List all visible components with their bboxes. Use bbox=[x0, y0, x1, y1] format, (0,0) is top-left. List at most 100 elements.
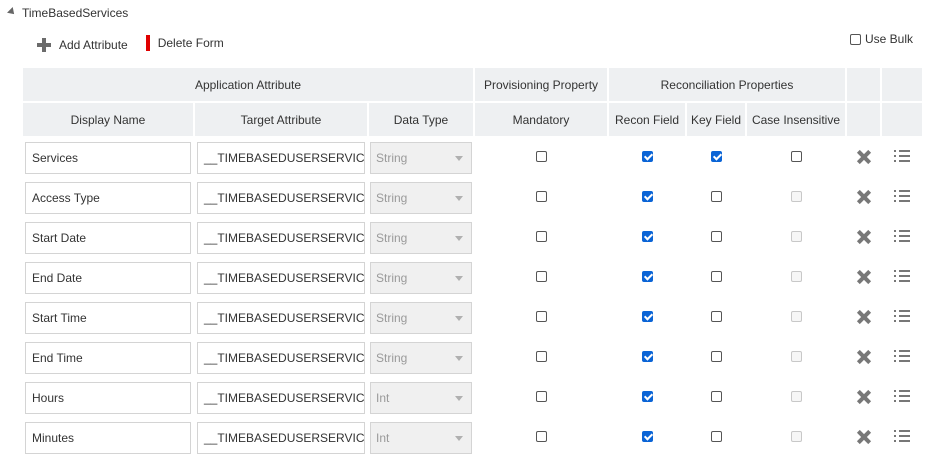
col-recon-field: Recon Field bbox=[609, 103, 687, 138]
key-field-checkbox[interactable] bbox=[710, 351, 722, 362]
display-name-input[interactable]: Minutes bbox=[25, 422, 191, 454]
data-type-value: String bbox=[376, 271, 408, 285]
chevron-down-icon bbox=[455, 316, 463, 321]
display-name-input[interactable]: End Time bbox=[25, 342, 191, 374]
display-name-input[interactable]: Services bbox=[25, 142, 191, 174]
group-header-provisioning-property: Provisioning Property bbox=[475, 68, 609, 103]
recon-field-checkbox[interactable] bbox=[641, 311, 653, 322]
list-icon[interactable] bbox=[894, 350, 910, 363]
list-icon[interactable] bbox=[894, 430, 910, 443]
delete-form-button[interactable]: Delete Form bbox=[145, 35, 224, 51]
data-type-select: String bbox=[370, 262, 472, 294]
target-attribute-input[interactable]: __TIMEBASEDUSERSERVICE__. bbox=[197, 382, 365, 414]
section-title: TimeBasedServices bbox=[22, 6, 129, 20]
mandatory-checkbox[interactable] bbox=[535, 271, 547, 282]
close-icon[interactable] bbox=[857, 430, 871, 444]
col-data-type: Data Type bbox=[369, 103, 475, 138]
chevron-down-icon bbox=[455, 156, 463, 161]
recon-field-checkbox[interactable] bbox=[641, 391, 653, 402]
close-icon[interactable] bbox=[857, 350, 871, 364]
key-field-checkbox[interactable] bbox=[710, 231, 722, 242]
collapse-triangle-icon[interactable] bbox=[7, 7, 17, 17]
table-row: Access Type__TIMEBASEDUSERSERVICE__. Stri… bbox=[23, 178, 922, 218]
case-insensitive-checkbox[interactable] bbox=[790, 151, 802, 162]
mandatory-checkbox[interactable] bbox=[535, 231, 547, 242]
mandatory-checkbox[interactable] bbox=[535, 431, 547, 442]
mandatory-checkbox[interactable] bbox=[535, 191, 547, 202]
chevron-down-icon bbox=[455, 396, 463, 401]
case-insensitive-checkbox bbox=[790, 351, 802, 362]
target-attribute-input[interactable]: __TIMEBASEDUSERSERVICE__. bbox=[197, 262, 365, 294]
add-attribute-label: Add Attribute bbox=[59, 38, 128, 52]
col-case-insensitive: Case Insensitive bbox=[747, 103, 847, 138]
key-field-checkbox[interactable] bbox=[710, 151, 722, 162]
target-attribute-input[interactable]: __TIMEBASEDUSERSERVICE__. bbox=[197, 222, 365, 254]
display-name-input[interactable]: Start Date bbox=[25, 222, 191, 254]
target-attribute-input[interactable]: __TIMEBASEDUSERSERVICE__. bbox=[197, 302, 365, 334]
mandatory-checkbox[interactable] bbox=[535, 391, 547, 402]
recon-field-checkbox[interactable] bbox=[641, 191, 653, 202]
mandatory-checkbox[interactable] bbox=[535, 151, 547, 162]
list-icon[interactable] bbox=[894, 310, 910, 323]
data-type-select: String bbox=[370, 342, 472, 374]
use-bulk-checkbox[interactable] bbox=[849, 33, 861, 45]
data-type-value: Int bbox=[376, 391, 390, 405]
display-name-input[interactable]: Start Time bbox=[25, 302, 191, 334]
close-icon[interactable] bbox=[857, 230, 871, 244]
list-icon[interactable] bbox=[894, 230, 910, 243]
close-icon[interactable] bbox=[857, 270, 871, 284]
close-icon[interactable] bbox=[857, 190, 871, 204]
case-insensitive-checkbox bbox=[790, 231, 802, 242]
add-attribute-button[interactable]: Add Attribute bbox=[37, 38, 128, 52]
target-attribute-input[interactable]: __TIMEBASEDUSERSERVICE__. bbox=[197, 142, 365, 174]
recon-field-checkbox[interactable] bbox=[641, 231, 653, 242]
chevron-down-icon bbox=[455, 236, 463, 241]
target-attribute-input[interactable]: __TIMEBASEDUSERSERVICE__. bbox=[197, 342, 365, 374]
delete-form-marker-icon bbox=[145, 35, 150, 51]
table-row: End Time__TIMEBASEDUSERSERVICE__. String bbox=[23, 338, 922, 378]
case-insensitive-checkbox bbox=[790, 311, 802, 322]
close-icon[interactable] bbox=[857, 390, 871, 404]
target-attribute-input[interactable]: __TIMEBASEDUSERSERVICE__. bbox=[197, 422, 365, 454]
list-icon[interactable] bbox=[894, 150, 910, 163]
data-type-select: String bbox=[370, 182, 472, 214]
case-insensitive-checkbox bbox=[790, 191, 802, 202]
use-bulk-toggle[interactable]: Use Bulk bbox=[849, 32, 913, 46]
display-name-input[interactable]: End Date bbox=[25, 262, 191, 294]
key-field-checkbox[interactable] bbox=[710, 431, 722, 442]
data-type-select: Int bbox=[370, 382, 472, 414]
data-type-select: String bbox=[370, 142, 472, 174]
key-field-checkbox[interactable] bbox=[710, 391, 722, 402]
col-target-attribute: Target Attribute bbox=[195, 103, 369, 138]
recon-field-checkbox[interactable] bbox=[641, 431, 653, 442]
data-type-select: String bbox=[370, 222, 472, 254]
close-icon[interactable] bbox=[857, 310, 871, 324]
recon-field-checkbox[interactable] bbox=[641, 351, 653, 362]
key-field-checkbox[interactable] bbox=[710, 191, 722, 202]
key-field-checkbox[interactable] bbox=[710, 311, 722, 322]
group-header-blank-2 bbox=[882, 68, 922, 103]
list-icon[interactable] bbox=[894, 270, 910, 283]
column-header-row: Display Name Target Attribute Data Type … bbox=[23, 103, 922, 138]
display-name-input[interactable]: Hours bbox=[25, 382, 191, 414]
target-attribute-input[interactable]: __TIMEBASEDUSERSERVICE__. bbox=[197, 182, 365, 214]
key-field-checkbox[interactable] bbox=[710, 271, 722, 282]
display-name-input[interactable]: Access Type bbox=[25, 182, 191, 214]
recon-field-checkbox[interactable] bbox=[641, 151, 653, 162]
section-header[interactable]: TimeBasedServices bbox=[7, 6, 129, 20]
toolbar: Add Attribute Delete Form bbox=[37, 35, 242, 52]
col-mandatory: Mandatory bbox=[475, 103, 609, 138]
list-icon[interactable] bbox=[894, 190, 910, 203]
data-type-value: String bbox=[376, 311, 408, 325]
use-bulk-label: Use Bulk bbox=[864, 32, 913, 46]
group-header-reconciliation-properties: Reconciliation Properties bbox=[609, 68, 847, 103]
list-icon[interactable] bbox=[894, 390, 910, 403]
recon-field-checkbox[interactable] bbox=[641, 271, 653, 282]
mandatory-checkbox[interactable] bbox=[535, 311, 547, 322]
table-row: Start Date__TIMEBASEDUSERSERVICE__. Strin… bbox=[23, 218, 922, 258]
table-row: End Date__TIMEBASEDUSERSERVICE__. String bbox=[23, 258, 922, 298]
data-type-value: String bbox=[376, 231, 408, 245]
mandatory-checkbox[interactable] bbox=[535, 351, 547, 362]
close-icon[interactable] bbox=[857, 150, 871, 164]
table-body: Services__TIMEBASEDUSERSERVICE__.StringA… bbox=[23, 138, 922, 458]
